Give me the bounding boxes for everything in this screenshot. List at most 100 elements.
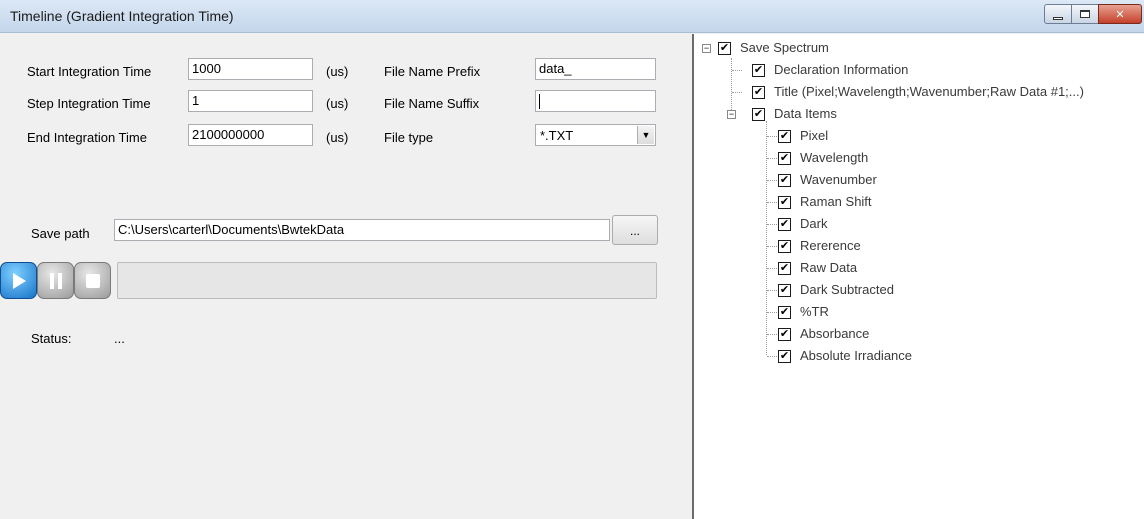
end-unit-label: (us) (326, 130, 349, 145)
item-label: Absolute Irradiance (800, 348, 913, 363)
window-title: Timeline (Gradient Integration Time) (10, 8, 234, 24)
file-name-suffix-input[interactable] (535, 90, 656, 112)
item-checkbox[interactable]: ✔ (778, 328, 791, 341)
start-unit-label: (us) (326, 64, 349, 79)
tree-item[interactable]: ✔ Raw Data (694, 258, 1144, 278)
item-checkbox[interactable]: ✔ (778, 196, 791, 209)
save-path-input[interactable]: C:\Users\carterl\Documents\BwtekData (114, 219, 610, 241)
timeline-window: Timeline (Gradient Integration Time) ✕ S… (0, 0, 1144, 519)
tree-connector (767, 136, 777, 137)
play-icon (12, 272, 26, 289)
stop-icon (85, 273, 100, 288)
title-label: Title (Pixel;Wavelength;Wavenumber;Raw D… (774, 84, 1084, 99)
item-label: Absorbance (800, 326, 870, 341)
collapse-icon[interactable]: − (702, 44, 711, 53)
item-checkbox[interactable]: ✔ (778, 306, 791, 319)
title-checkbox[interactable]: ✔ (752, 86, 765, 99)
status-label: Status: (31, 331, 72, 346)
pause-icon (49, 272, 62, 289)
file-type-label: File type (384, 130, 434, 145)
play-button[interactable] (0, 262, 37, 299)
stop-button[interactable] (74, 262, 111, 299)
declaration-checkbox[interactable]: ✔ (752, 64, 765, 77)
item-checkbox[interactable]: ✔ (778, 284, 791, 297)
tree-connector (767, 180, 777, 181)
maximize-icon (1080, 10, 1090, 18)
data-items-checkbox[interactable]: ✔ (752, 108, 765, 121)
item-label: Raman Shift (800, 194, 872, 209)
item-label: Pixel (800, 128, 829, 143)
file-type-select[interactable]: *.TXT ▼ (535, 124, 656, 146)
step-integration-time-input[interactable]: 1 (188, 90, 313, 112)
file-type-value: *.TXT (540, 128, 574, 143)
start-integration-time-input[interactable]: 1000 (188, 58, 313, 80)
window-controls: ✕ (1044, 4, 1142, 24)
tree-connector (767, 290, 777, 291)
item-label: %TR (800, 304, 829, 319)
tree-item[interactable]: ✔ Absorbance (694, 324, 1144, 344)
tree-node-declaration[interactable]: ✔ Declaration Information (694, 60, 1144, 80)
item-label: Dark Subtracted (800, 282, 894, 297)
tree-item[interactable]: ✔ Absolute Irradiance (694, 346, 1144, 366)
minimize-icon (1053, 16, 1063, 20)
item-checkbox[interactable]: ✔ (778, 218, 791, 231)
end-integration-time-label: End Integration Time (27, 130, 147, 145)
step-integration-time-label: Step Integration Time (27, 96, 151, 111)
tree-connector (767, 356, 777, 357)
item-label: Raw Data (800, 260, 858, 275)
settings-panel: Start Integration Time 1000 (us) File Na… (0, 34, 692, 519)
minimize-button[interactable] (1044, 4, 1072, 24)
save-options-tree: − ✔ Save Spectrum ✔ Declaration Informat… (694, 34, 1144, 519)
item-label: Wavenumber (800, 172, 877, 187)
item-checkbox[interactable]: ✔ (778, 350, 791, 363)
browse-button[interactable]: ... (612, 215, 658, 245)
tree-item[interactable]: ✔ Wavenumber (694, 170, 1144, 190)
tree-item[interactable]: ✔ %TR (694, 302, 1144, 322)
progress-bar (117, 262, 657, 299)
chevron-down-icon[interactable]: ▼ (637, 126, 654, 144)
item-checkbox[interactable]: ✔ (778, 262, 791, 275)
tree-node-save-spectrum[interactable]: − ✔ Save Spectrum (694, 38, 1144, 58)
close-icon: ✕ (1115, 8, 1125, 21)
file-name-suffix-label: File Name Suffix (384, 96, 480, 111)
collapse-icon[interactable]: − (727, 110, 736, 119)
file-name-prefix-label: File Name Prefix (384, 64, 481, 79)
tree-item[interactable]: ✔ Pixel (694, 126, 1144, 146)
tree-connector (767, 334, 777, 335)
pause-button[interactable] (37, 262, 74, 299)
item-checkbox[interactable]: ✔ (778, 152, 791, 165)
step-unit-label: (us) (326, 96, 349, 111)
status-value: ... (114, 331, 125, 346)
tree-connector (767, 268, 777, 269)
declaration-label: Declaration Information (774, 62, 909, 77)
item-checkbox[interactable]: ✔ (778, 130, 791, 143)
tree-node-data-items[interactable]: − ✔ Data Items (694, 104, 1144, 124)
tree-item[interactable]: ✔ Rererence (694, 236, 1144, 256)
start-integration-time-label: Start Integration Time (27, 64, 152, 79)
tree-connector (767, 312, 777, 313)
item-label: Wavelength (800, 150, 869, 165)
item-checkbox[interactable]: ✔ (778, 240, 791, 253)
close-button[interactable]: ✕ (1098, 4, 1142, 24)
tree-node-title[interactable]: ✔ Title (Pixel;Wavelength;Wavenumber;Raw… (694, 82, 1144, 102)
tree-item[interactable]: ✔ Dark (694, 214, 1144, 234)
item-label: Dark (800, 216, 828, 231)
tree-connector (767, 202, 777, 203)
file-name-prefix-input[interactable]: data_ (535, 58, 656, 80)
maximize-button[interactable] (1071, 4, 1099, 24)
tree-connector (732, 92, 742, 93)
tree-connector (767, 158, 777, 159)
tree-item[interactable]: ✔ Wavelength (694, 148, 1144, 168)
tree-connector (732, 70, 742, 71)
end-integration-time-input[interactable]: 2100000000 (188, 124, 313, 146)
tree-item[interactable]: ✔ Raman Shift (694, 192, 1144, 212)
item-label: Rererence (800, 238, 861, 253)
save-path-label: Save path (31, 226, 90, 241)
tree-connector (767, 224, 777, 225)
tree-connector (767, 246, 777, 247)
tree-item[interactable]: ✔ Dark Subtracted (694, 280, 1144, 300)
item-checkbox[interactable]: ✔ (778, 174, 791, 187)
data-items-label: Data Items (774, 106, 837, 121)
save-spectrum-checkbox[interactable]: ✔ (718, 42, 731, 55)
title-bar: Timeline (Gradient Integration Time) ✕ (0, 0, 1144, 33)
